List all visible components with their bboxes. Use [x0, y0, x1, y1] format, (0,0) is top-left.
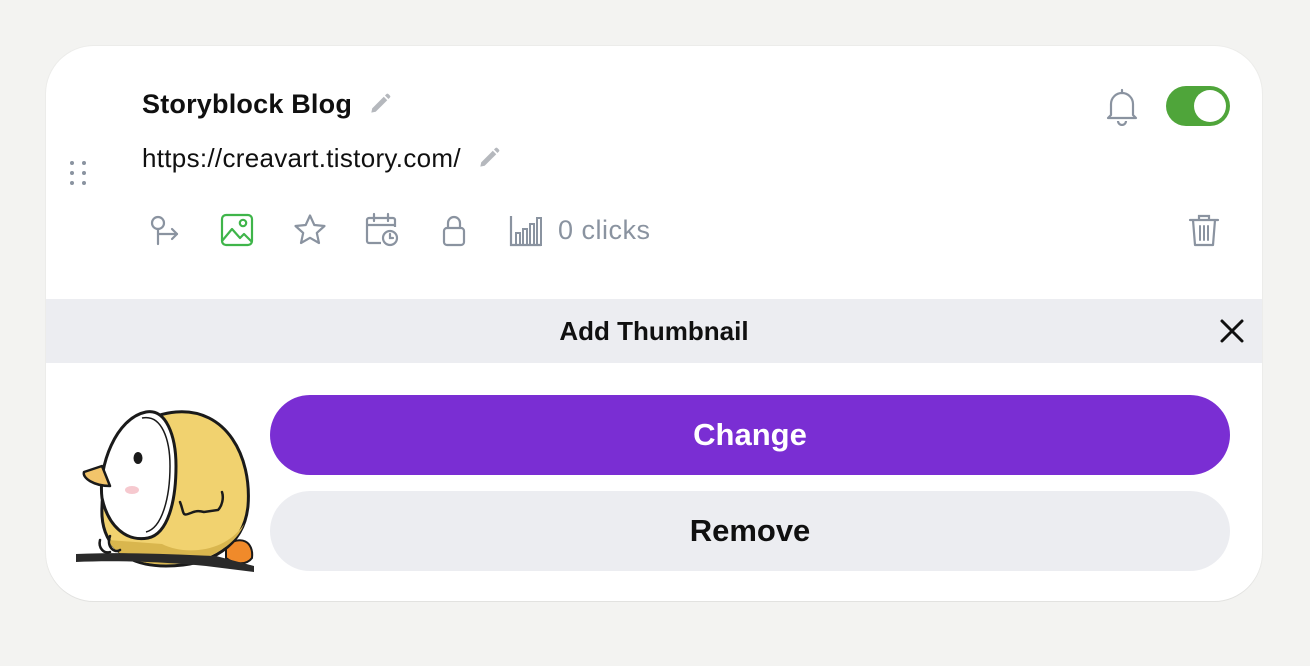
- clicks-count[interactable]: 0 clicks: [558, 212, 651, 248]
- star-icon[interactable]: [292, 212, 328, 248]
- link-enabled-toggle[interactable]: [1166, 86, 1230, 126]
- redirect-arrow-icon[interactable]: [146, 212, 182, 248]
- calendar-clock-icon[interactable]: [364, 212, 400, 248]
- link-url[interactable]: https://creavart.tistory.com/: [142, 143, 461, 174]
- thumbnail-image: [76, 410, 254, 572]
- lock-icon[interactable]: [436, 212, 472, 248]
- link-title-row: Storyblock Blog: [142, 86, 393, 122]
- change-thumbnail-button[interactable]: Change: [270, 395, 1230, 475]
- pencil-icon[interactable]: [367, 91, 393, 117]
- thumbnail-panel-title: Add Thumbnail: [559, 315, 749, 346]
- toggle-knob: [1194, 90, 1226, 122]
- remove-thumbnail-button[interactable]: Remove: [270, 491, 1230, 571]
- thumbnail-panel-header: Add Thumbnail: [46, 299, 1262, 363]
- pencil-icon[interactable]: [476, 145, 502, 171]
- link-card: Storyblock Blog https://creavart.tistory…: [46, 46, 1262, 601]
- drag-handle-icon[interactable]: [68, 159, 88, 187]
- close-icon[interactable]: [1218, 317, 1246, 345]
- bar-chart-icon[interactable]: [508, 212, 544, 248]
- image-icon[interactable]: [219, 212, 255, 248]
- trash-icon[interactable]: [1186, 212, 1222, 248]
- link-title[interactable]: Storyblock Blog: [142, 89, 352, 120]
- bell-icon[interactable]: [1102, 86, 1142, 126]
- link-url-row: https://creavart.tistory.com/: [142, 141, 502, 175]
